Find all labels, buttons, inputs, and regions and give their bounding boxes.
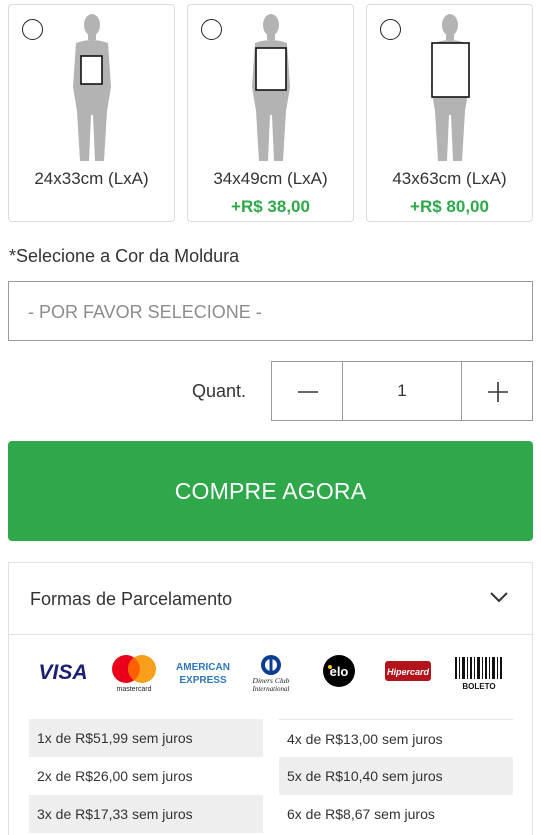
elo-logo-icon: elo — [323, 655, 355, 687]
size-label: 24x33cm (LxA) — [34, 169, 149, 188]
installment-column-left: 1x de R$51,99 sem juros 2x de R$26,00 se… — [29, 719, 263, 833]
installments-header[interactable]: Formas de Parcelamento — [9, 563, 532, 635]
svg-text:EXPRESS: EXPRESS — [179, 675, 227, 686]
amex-logo-text: AMERICAN — [176, 662, 230, 673]
amex-logo-icon: AMERICAN EXPRESS — [176, 662, 230, 686]
boleto-logo-icon: BOLETO — [455, 657, 502, 691]
installment-row: 4x de R$13,00 sem juros — [279, 719, 513, 757]
installments-title: Formas de Parcelamento — [30, 589, 233, 609]
size-radio[interactable] — [201, 19, 222, 40]
chevron-down-icon[interactable] — [490, 591, 508, 603]
frame-color-placeholder: - POR FAVOR SELECIONE - — [28, 302, 262, 322]
installment-row: 3x de R$17,33 sem juros — [29, 795, 263, 833]
frame-color-label: *Selecione a Cor da Moldura — [9, 246, 240, 266]
mastercard-logo-icon: mastercard — [112, 655, 156, 693]
person-silhouette-icon — [72, 14, 111, 161]
quantity-stepper: 1 — [271, 361, 533, 421]
payment-methods: VISA mastercard AMERICAN EXPRESS Diners … — [9, 653, 532, 693]
installment-column-right: 4x de R$13,00 sem juros 5x de R$10,40 se… — [279, 719, 513, 833]
quantity-input[interactable]: 1 — [343, 361, 461, 421]
buy-now-button[interactable]: COMPRE AGORA — [8, 441, 533, 541]
installment-row: 6x de R$8,67 sem juros — [287, 806, 435, 822]
svg-text:Diners Club: Diners Club — [252, 676, 290, 685]
installment-row: 5x de R$10,40 sem juros — [279, 757, 513, 795]
plus-icon — [488, 382, 508, 402]
size-options: 24x33cm (LxA) 34x49cm (LxA) +R$ 38,00 43… — [8, 4, 537, 222]
svg-text:International: International — [252, 685, 290, 693]
installments-panel: Formas de Parcelamento VISA mastercard A… — [8, 562, 533, 835]
person-silhouette-icon — [430, 14, 470, 161]
size-radio[interactable] — [380, 19, 401, 40]
quantity-label: Quant. — [192, 381, 247, 401]
size-radio[interactable] — [22, 19, 43, 40]
visa-logo-text: VISA — [38, 661, 87, 684]
size-price: +R$ 80,00 — [410, 197, 489, 216]
installment-row: 1x de R$51,99 sem juros — [29, 719, 263, 757]
elo-logo-text: elo — [330, 664, 349, 679]
hipercard-logo-text: Hipercard — [387, 667, 430, 677]
size-label: 34x49cm (LxA) — [213, 169, 328, 188]
size-label: 43x63cm (LxA) — [392, 169, 507, 188]
decrease-quantity-button[interactable] — [271, 361, 343, 421]
frame-color-select[interactable]: - POR FAVOR SELECIONE - — [8, 281, 533, 341]
mastercard-logo-text: mastercard — [116, 686, 151, 693]
size-option-34x49[interactable]: 34x49cm (LxA) +R$ 38,00 — [187, 4, 354, 222]
size-price: +R$ 38,00 — [231, 197, 310, 216]
minus-icon — [298, 391, 318, 393]
increase-quantity-button[interactable] — [461, 361, 533, 421]
person-silhouette-icon — [251, 14, 290, 161]
visa-logo-icon: VISA — [38, 661, 87, 684]
installment-row: 2x de R$26,00 sem juros — [37, 768, 193, 784]
diners-club-logo-icon: Diners Club International — [252, 655, 290, 693]
hipercard-logo-icon: Hipercard — [385, 661, 431, 681]
size-option-43x63[interactable]: 43x63cm (LxA) +R$ 80,00 — [366, 4, 533, 222]
boleto-logo-text: BOLETO — [462, 682, 495, 691]
size-option-24x33[interactable]: 24x33cm (LxA) — [8, 4, 175, 222]
